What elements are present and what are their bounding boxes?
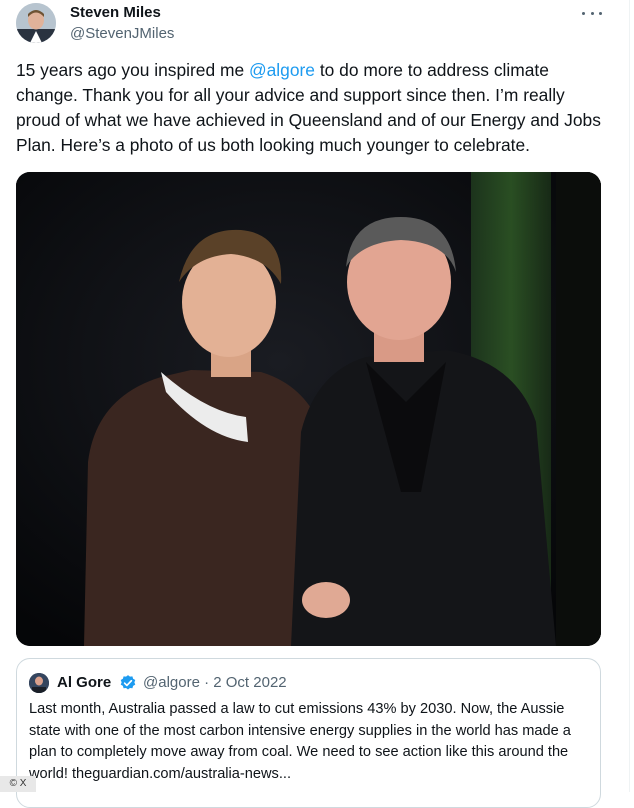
watermark: © X [0,776,36,792]
more-options-icon[interactable] [582,6,602,20]
verified-badge-icon [120,675,136,690]
quote-author-avatar[interactable] [29,673,49,693]
quote-avatar-image [29,673,49,693]
mention-link[interactable]: @algore [249,60,315,80]
author-handle[interactable]: @StevenJMiles [70,25,174,42]
quote-author-name[interactable]: Al Gore [57,674,111,691]
photo-image [16,172,601,646]
avatar-image [16,3,56,43]
tweet-text: 15 years ago you inspired me @algore to … [16,58,606,158]
author-name[interactable]: Steven Miles [70,4,161,21]
quote-text: Last month, Australia passed a law to cu… [29,701,571,782]
quote-meta: @algore · 2 Oct 2022 [143,674,287,691]
tweet-photo[interactable] [16,172,601,646]
quoted-tweet[interactable]: Al Gore @algore · 2 Oct 2022 Last month,… [16,658,601,808]
divider [629,0,630,792]
tweet-card: Steven Miles @StevenJMiles 15 years ago … [0,0,622,808]
author-avatar[interactable] [16,3,56,43]
tweet-text-start: 15 years ago you inspired me [16,60,249,80]
